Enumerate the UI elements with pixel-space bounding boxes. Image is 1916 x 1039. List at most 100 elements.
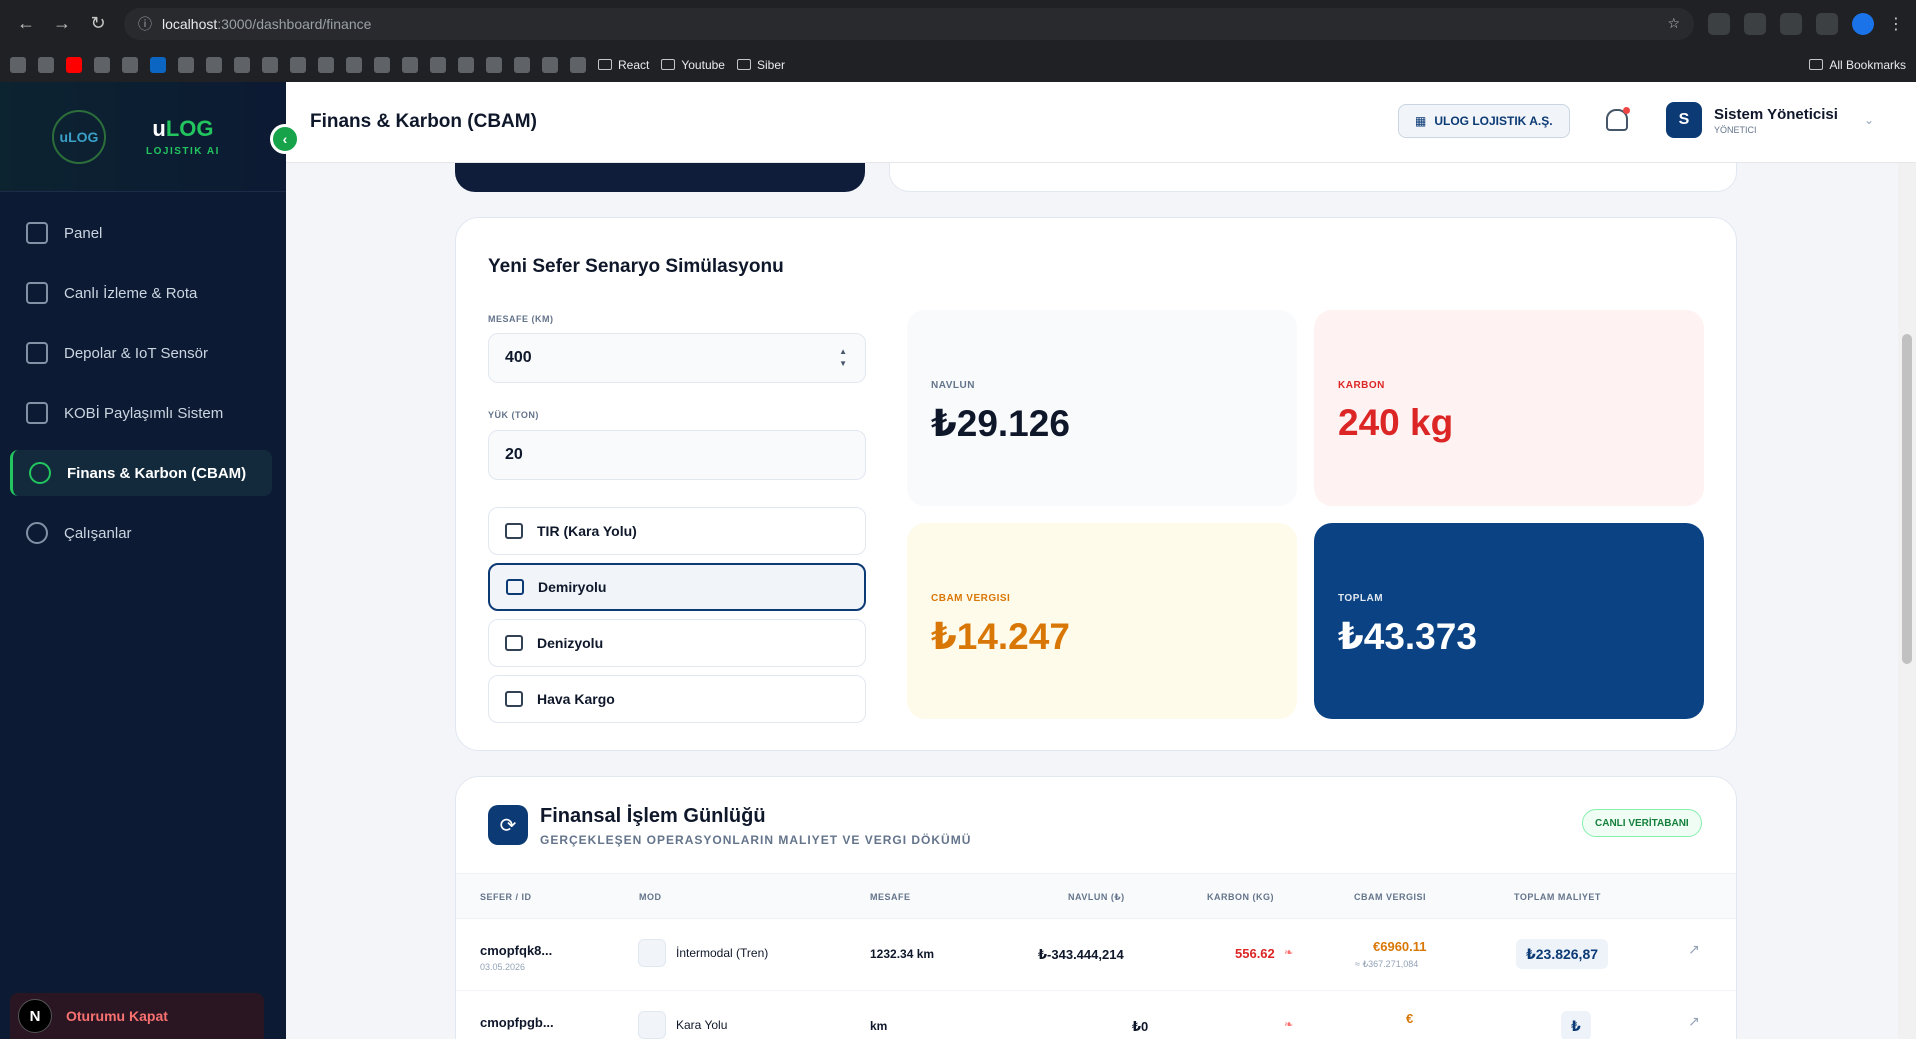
logo-area: uLOG uLOG LOJISTIK AI [0, 82, 286, 192]
menu-icon[interactable]: ⋮ [1888, 14, 1904, 34]
bookmark-icon[interactable] [514, 56, 530, 73]
forward-icon[interactable]: → [48, 10, 76, 38]
log-title: Finansal İşlem Günlüğü [540, 805, 766, 827]
top-header: Finans & Karbon (CBAM) ▦ ULOG LOJISTIK A.… [286, 82, 1916, 162]
grid-icon [26, 222, 48, 244]
address-bar[interactable]: ⓘ localhost:3000/dashboard/finance ☆ [124, 7, 1694, 40]
bookmark-folder-siber[interactable]: Siber [736, 58, 785, 72]
sidebar: uLOG uLOG LOJISTIK AI ‹ Panel Canlı İzle… [0, 82, 300, 1039]
collapse-sidebar-button[interactable]: ‹ [270, 124, 300, 154]
folder-icon [598, 59, 612, 70]
user-menu[interactable]: S Sistem Yöneticisi YÖNETICI ⌄ [1666, 102, 1874, 138]
bookmark-icon[interactable] [290, 56, 306, 73]
scrollbar[interactable] [1898, 162, 1916, 1039]
sidebar-item-warehouses[interactable]: Depolar & IoT Sensör [10, 330, 272, 376]
bookmark-icon[interactable] [402, 56, 418, 73]
bookmark-icon[interactable] [10, 56, 26, 73]
star-icon[interactable]: ☆ [1667, 15, 1680, 32]
external-link-icon[interactable]: ↗ [1688, 941, 1700, 958]
sidebar-item-kobi[interactable]: KOBİ Paylaşımlı Sistem [10, 390, 272, 436]
truck-icon [638, 939, 666, 967]
main-content: Yeni Sefer Senaryo Simülasyonu MESAFE (K… [286, 162, 1898, 1039]
transaction-log-panel: ⟳ Finansal İşlem Günlüğü GERÇEKLEŞEN OPE… [455, 776, 1737, 1039]
extension-icon[interactable] [1708, 12, 1730, 35]
folder-icon [661, 59, 676, 70]
log-subtitle: GERÇEKLEŞEN OPERASYONLARIN MALIYET VE VE… [540, 833, 972, 847]
bookmark-icon[interactable] [122, 56, 138, 73]
back-icon[interactable]: ← [12, 10, 40, 38]
bookmark-icon[interactable] [318, 56, 334, 73]
distance-input[interactable]: 400 ▲ ▼ [488, 333, 866, 383]
ship-icon [505, 635, 523, 651]
bookmark-folder-youtube[interactable]: Youtube [661, 58, 725, 72]
folder-icon [736, 59, 751, 70]
warehouse-icon [26, 342, 48, 364]
brand-u: u [152, 116, 166, 141]
cbam-tax-card: CBAM VERGISI ₺14.247 [907, 523, 1297, 719]
bookmark-icon[interactable] [486, 56, 502, 73]
bookmark-icon[interactable] [66, 56, 82, 73]
dollar-icon [29, 462, 51, 484]
bookmark-icon[interactable] [374, 56, 390, 73]
nextjs-dev-badge[interactable]: N [18, 999, 52, 1033]
sidebar-item-finance[interactable]: Finans & Karbon (CBAM) [10, 450, 272, 496]
map-icon [26, 282, 48, 304]
bookmark-icon[interactable] [346, 56, 362, 73]
bookmark-icon[interactable] [94, 56, 110, 73]
logo-icon: uLOG [52, 109, 106, 164]
bookmark-icon[interactable] [458, 56, 474, 73]
bell-icon[interactable] [1606, 107, 1630, 131]
table-row[interactable]: cmopfqk8... 03.05.2026 İntermodal (Tren)… [456, 919, 1736, 991]
chevron-down-icon: ⌄ [1863, 113, 1875, 127]
browser-chrome: ← → ↻ ⓘ localhost:3000/dashboard/finance… [0, 0, 1916, 82]
bookmark-icon[interactable] [178, 56, 194, 73]
handshake-icon [26, 402, 48, 424]
reload-icon[interactable]: ↻ [84, 10, 112, 38]
brand: uLOG LOJISTIK AI [146, 116, 220, 157]
mode-sea-button[interactable]: Denizyolu [488, 619, 866, 667]
bookmark-icon[interactable] [38, 56, 54, 73]
bookmark-icon[interactable] [430, 56, 446, 73]
sidebar-item-employees[interactable]: Çalışanlar [10, 510, 272, 556]
simulation-panel: Yeni Sefer Senaryo Simülasyonu MESAFE (K… [455, 217, 1737, 751]
notification-dot [1623, 107, 1630, 114]
table-header: SEFER / ID MOD MESAFE NAVLUN (₺) KARBON … [456, 873, 1736, 919]
load-input[interactable]: 20 [488, 430, 866, 480]
all-bookmarks[interactable]: All Bookmarks [1809, 58, 1906, 72]
extension-icon[interactable] [1744, 12, 1766, 35]
scrollbar-thumb[interactable] [1902, 334, 1912, 664]
company-button[interactable]: ▦ ULOG LOJISTIK A.Ş. [1398, 104, 1570, 138]
leaf-icon: ❧ [1284, 947, 1294, 959]
sidebar-item-panel[interactable]: Panel [10, 210, 272, 256]
mode-rail-button[interactable]: Demiryolu [488, 563, 866, 611]
distance-label: MESAFE (KM) [488, 314, 554, 324]
stepper-icon[interactable]: ▲ ▼ [839, 346, 847, 370]
building-icon: ▦ [1415, 114, 1427, 128]
bookmark-icon[interactable] [234, 56, 250, 73]
users-icon [26, 522, 48, 544]
bookmark-icon[interactable] [570, 56, 586, 73]
mic-icon[interactable] [1780, 12, 1802, 35]
external-link-icon[interactable]: ↗ [1688, 1013, 1700, 1030]
bookmark-icon[interactable] [262, 56, 278, 73]
sidebar-item-live-tracking[interactable]: Canlı İzleme & Rota [10, 270, 272, 316]
table-row[interactable]: cmopfpgb... Kara Yolu km ₺0 ❧ € ₺ ↗ [456, 991, 1736, 1039]
bookmark-icon[interactable] [150, 56, 166, 73]
bookmark-folder-react[interactable]: React [598, 58, 649, 72]
simulation-title: Yeni Sefer Senaryo Simülasyonu [488, 256, 784, 277]
bookmark-icon[interactable] [206, 56, 222, 73]
live-db-badge: CANLI VERİTABANI [1582, 809, 1702, 837]
user-role: YÖNETICI [1714, 124, 1757, 135]
bookmark-icon[interactable] [542, 56, 558, 73]
plane-icon [505, 691, 523, 707]
truck-icon [638, 1011, 666, 1039]
mode-air-button[interactable]: Hava Kargo [488, 675, 866, 723]
puzzle-icon[interactable] [1816, 12, 1838, 35]
mode-truck-button[interactable]: TIR (Kara Yolu) [488, 507, 866, 555]
folder-icon [1809, 59, 1824, 70]
refresh-icon[interactable]: ⟳ [488, 805, 528, 845]
profile-icon[interactable] [1852, 12, 1874, 35]
chevron-left-icon: ‹ [282, 131, 288, 147]
page-title: Finans & Karbon (CBAM) [310, 111, 537, 132]
train-icon [506, 579, 524, 595]
